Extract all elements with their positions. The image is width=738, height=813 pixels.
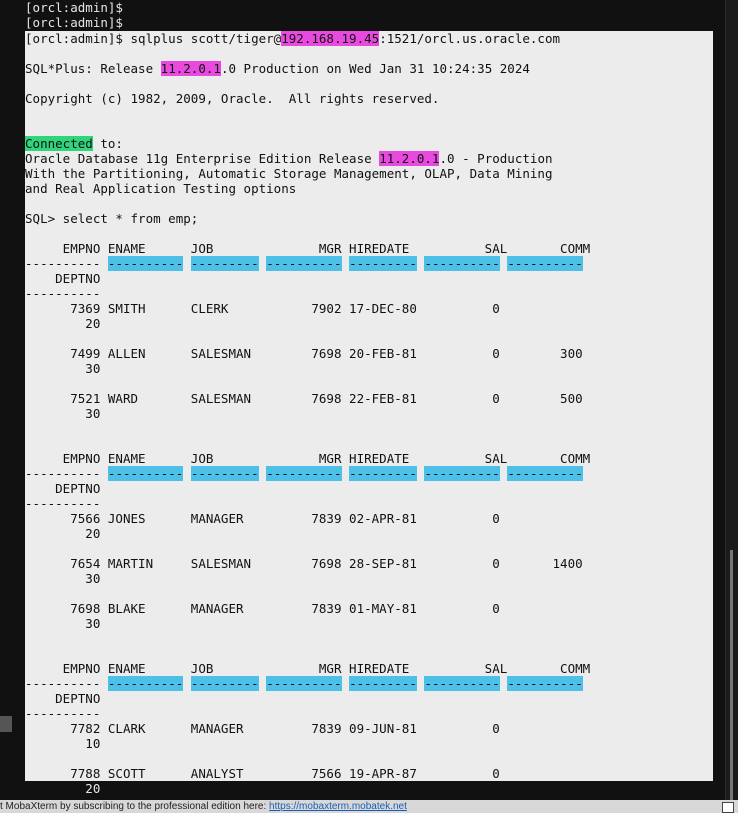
deptno-header: DEPTNO [25,481,101,496]
options-line: and Real Application Testing options [25,181,297,196]
table-row-dept: 30 [25,361,101,376]
db-version-line: Oracle Database 11g Enterprise Edition R… [25,151,553,166]
copyright-line: Copyright (c) 1982, 2009, Oracle. All ri… [25,91,440,106]
status-text: t MobaXterm by subscribing to the profes… [0,801,270,812]
column-header: EMPNO ENAME JOB MGR HIREDATE SAL COMM [25,661,591,676]
column-underline: ---------- ---------- --------- --------… [25,256,583,271]
deptno-underline: ---------- [25,286,101,301]
deptno-underline: ---------- [25,706,101,721]
table-row: 7499 ALLEN SALESMAN 7698 20-FEB-81 0 300 [25,346,583,361]
table-row: 7788 SCOTT ANALYST 7566 19-APR-87 0 [25,766,500,781]
banner-line: SQL*Plus: Release 11.2.0.1.0 Production … [25,61,530,76]
table-row: 7698 BLAKE MANAGER 7839 01-MAY-81 0 [25,601,500,616]
status-checkbox[interactable] [722,802,734,813]
table-row-dept: 30 [25,616,101,631]
deptno-header: DEPTNO [25,271,101,286]
vertical-scrollbar[interactable] [725,0,738,805]
connected-line: Connected to: [25,136,123,151]
table-row: 7654 MARTIN SALESMAN 7698 28-SEP-81 0 14… [25,556,583,571]
table-row-dept: 20 [25,781,101,796]
column-underline: ---------- ---------- --------- --------… [25,466,583,481]
table-row-dept: 30 [25,406,101,421]
version-highlight: 11.2.0.1 [160,61,221,76]
ip-highlight: 192.168.19.45 [281,31,380,46]
column-header: EMPNO ENAME JOB MGR HIREDATE SAL COMM [25,451,591,466]
table-row: 7566 JONES MANAGER 7839 02-APR-81 0 [25,511,500,526]
options-line: With the Partitioning, Automatic Storage… [25,166,553,181]
version-highlight: 11.2.0.1 [379,151,440,166]
table-row-dept: 10 [25,736,101,751]
deptno-underline: ---------- [25,496,101,511]
scrollbar-thumb[interactable] [730,550,733,805]
prompt-line: [orcl:admin]$ [25,15,123,30]
table-row: 7782 CLARK MANAGER 7839 09-JUN-81 0 [25,721,500,736]
table-row-dept: 20 [25,316,101,331]
column-underline: ---------- ---------- --------- --------… [25,676,583,691]
terminal-window[interactable]: [orcl:admin]$ [orcl:admin]$ [orcl:admin]… [0,0,726,800]
table-row: 7369 SMITH CLERK 7902 17-DEC-80 0 [25,301,500,316]
deptno-header: DEPTNO [25,691,101,706]
status-bar: t MobaXterm by subscribing to the profes… [0,800,738,813]
column-header: EMPNO ENAME JOB MGR HIREDATE SAL COMM [25,241,591,256]
left-margin-marker [0,716,12,732]
mobaxterm-link[interactable]: https://mobaxterm.mobatek.net [269,801,407,812]
table-row-dept: 30 [25,571,101,586]
table-row: 7521 WARD SALESMAN 7698 22-FEB-81 0 500 [25,391,583,406]
command-line: [orcl:admin]$ sqlplus scott/tiger@192.16… [25,31,561,46]
sql-query: SQL> select * from emp; [25,211,199,226]
prompt-line: [orcl:admin]$ [25,0,123,15]
connected-highlight: Connected [25,136,93,151]
table-row-dept: 20 [25,526,101,541]
